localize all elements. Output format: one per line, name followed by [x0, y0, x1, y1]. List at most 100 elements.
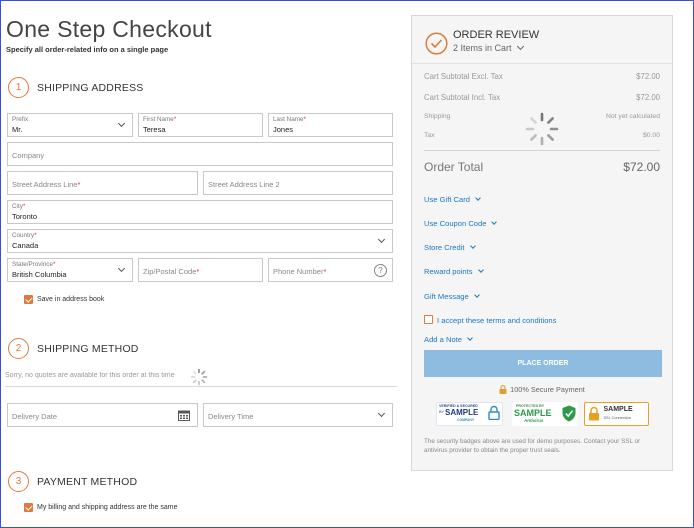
state-label: State/Province* — [12, 261, 55, 268]
page-title: One Step Checkout — [6, 16, 212, 42]
badge-2-inner: PROTECTED BY SAMPLE Antivirus — [514, 404, 576, 424]
shipping-method-title: SHIPPING METHOD — [37, 342, 139, 355]
first-name-field[interactable]: First Name* Teresa — [138, 113, 263, 137]
chevron-down-icon — [469, 243, 476, 249]
divider — [424, 150, 660, 151]
company-field[interactable]: Company — [7, 142, 393, 166]
city-label: City* — [12, 203, 25, 210]
delivery-time-placeholder: Delivery Time — [208, 412, 254, 421]
zip-text: Zip/Postal Code — [143, 267, 197, 276]
tax-value: $0.00 — [642, 132, 660, 139]
check-circle-icon — [425, 32, 448, 55]
required-marker: * — [52, 261, 56, 268]
gift-message-link[interactable]: Gift Message — [424, 292, 480, 301]
state-value: British Columbia — [12, 270, 67, 279]
order-review-panel: ORDER REVIEW 2 Items in Cart Cart Subtot… — [411, 15, 673, 471]
subtotal-excl-row: Cart Subtotal Excl. Tax $72.00 — [424, 72, 660, 81]
order-total-row: Order Total $72.00 — [424, 160, 660, 174]
delivery-time-select[interactable]: Delivery Time — [203, 403, 393, 427]
required-marker: * — [196, 267, 200, 276]
required-marker: * — [22, 203, 26, 210]
chevron-down-icon — [117, 119, 126, 128]
divider — [5, 386, 397, 387]
reward-points-link[interactable]: Reward points — [424, 267, 484, 276]
same-address-checkbox[interactable] — [24, 503, 33, 512]
country-select[interactable]: Country* Canada — [7, 229, 393, 253]
last-name-label-text: Last Name — [273, 116, 304, 123]
coupon-code-text: Use Coupon Code — [424, 219, 487, 228]
lock-icon — [588, 406, 599, 421]
required-marker: * — [323, 267, 327, 276]
step-number-3: 3 — [8, 471, 29, 492]
phone-field[interactable]: Phone Number* ? — [268, 258, 393, 282]
subtotal-incl-value: $72.00 — [636, 93, 660, 102]
chevron-down-icon — [377, 235, 386, 244]
items-count: 2 Items in Cart — [453, 43, 512, 53]
country-value: Canada — [12, 241, 39, 250]
tax-label: Tax — [424, 132, 435, 139]
add-note-link[interactable]: Add a Note — [424, 335, 473, 344]
country-label: Country* — [12, 232, 37, 239]
save-address-label: Save in address book — [37, 296, 105, 303]
place-order-button[interactable]: PLACE ORDER — [424, 350, 662, 377]
delivery-date-field[interactable]: Delivery Date — [7, 403, 198, 427]
state-select[interactable]: State/Province* British Columbia — [7, 258, 133, 282]
street-line-1-placeholder: Street Address Line* — [12, 180, 80, 189]
first-name-label: First Name* — [143, 116, 176, 123]
subtotal-excl-label: Cart Subtotal Excl. Tax — [424, 72, 503, 81]
shipping-value: Not yet calculated — [605, 113, 660, 120]
gift-message-text: Gift Message — [424, 292, 469, 301]
zip-placeholder: Zip/Postal Code* — [143, 267, 199, 276]
prefix-value: Mr. — [12, 125, 23, 134]
subtotal-incl-label: Cart Subtotal Incl. Tax — [424, 93, 501, 102]
coupon-code-link[interactable]: Use Coupon Code — [424, 219, 498, 228]
phone-placeholder: Phone Number* — [273, 267, 326, 276]
chevron-down-icon — [477, 267, 484, 273]
chevron-down-icon — [473, 292, 480, 298]
shipping-address-title: SHIPPING ADDRESS — [37, 81, 144, 94]
order-review-title: ORDER REVIEW — [453, 29, 540, 41]
add-note-text: Add a Note — [424, 335, 462, 344]
chevron-down-icon — [377, 409, 386, 418]
badge-2-sub: Antivirus — [524, 418, 544, 423]
terms-checkbox[interactable] — [424, 315, 433, 324]
last-name-field[interactable]: Last Name* Jones — [268, 113, 393, 137]
badge-1-main: SAMPLE — [445, 408, 479, 417]
items-in-cart-toggle[interactable]: 2 Items in Cart — [453, 42, 524, 53]
required-marker: * — [34, 232, 37, 239]
badge-1-sub: COMPANY — [457, 418, 475, 422]
terms-link[interactable]: I accept these terms and conditions — [437, 316, 556, 325]
zip-field[interactable]: Zip/Postal Code* — [138, 258, 263, 282]
shipping-label: Shipping — [424, 113, 451, 120]
prefix-label: Prefix — [12, 116, 29, 123]
chevron-down-icon — [491, 219, 498, 225]
city-label-text: City — [12, 203, 23, 210]
prefix-select[interactable]: Prefix Mr. — [7, 113, 133, 137]
save-address-checkbox[interactable] — [24, 295, 33, 304]
order-total-value: $72.00 — [623, 160, 660, 174]
calendar-icon[interactable] — [178, 410, 190, 421]
same-address-label: My billing and shipping address are the … — [37, 504, 178, 511]
required-marker: * — [173, 116, 177, 123]
step-number-2: 2 — [8, 338, 29, 359]
chevron-down-icon — [516, 42, 524, 51]
chevron-down-icon — [475, 195, 481, 201]
city-field[interactable]: City* Toronto — [7, 200, 393, 224]
store-credit-text: Store Credit — [424, 243, 465, 252]
no-quotes-message: Sorry, no quotes are available for this … — [5, 372, 175, 379]
store-credit-link[interactable]: Store Credit — [424, 243, 476, 252]
chevron-down-icon — [467, 335, 473, 341]
payment-method-title: PAYMENT METHOD — [37, 475, 138, 488]
company-placeholder: Company — [12, 151, 45, 160]
badges-disclaimer: The security badges above are used for d… — [424, 438, 641, 454]
secure-payment-text: 100% Secure Payment — [510, 385, 585, 394]
gift-card-link[interactable]: Use Gift Card — [424, 195, 481, 204]
badge-3-main: SAMPLE — [603, 406, 633, 413]
divider — [412, 63, 672, 64]
first-name-label-text: First Name — [143, 116, 174, 123]
help-icon[interactable]: ? — [374, 264, 387, 277]
step-number-1: 1 — [8, 77, 29, 98]
badge-1-inner: VERIFIED & SECURED BY SAMPLE COMPANY — [439, 404, 500, 424]
street-line-2-field[interactable]: Street Address Line 2 — [203, 171, 393, 195]
street-line-1-field[interactable]: Street Address Line* — [7, 171, 198, 195]
